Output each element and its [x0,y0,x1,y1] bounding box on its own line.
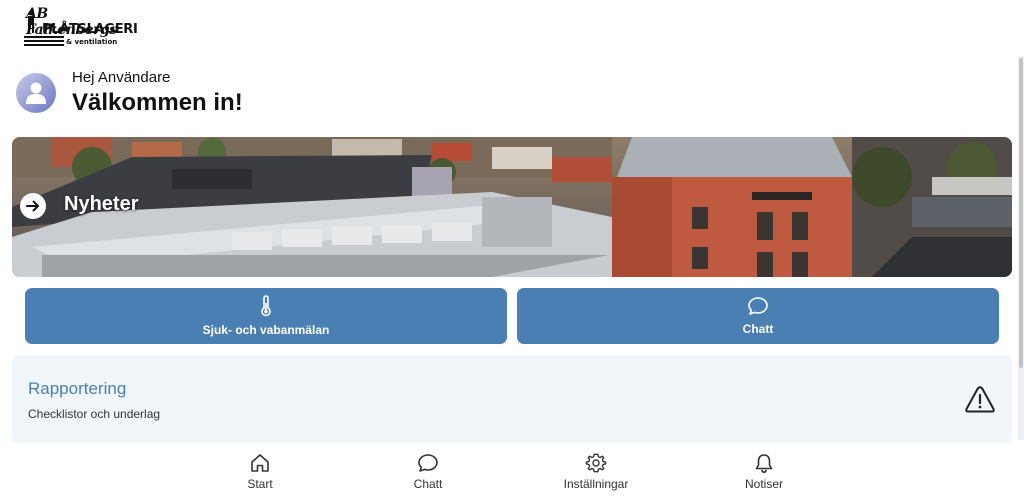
warning-triangle-icon [965,386,995,413]
nav-item-start[interactable]: Start [200,452,320,496]
chat-label: Chatt [742,322,774,336]
user-icon [26,82,46,104]
chat-bubble-icon [748,297,768,315]
news-title: Nyheter [64,193,139,215]
report-card[interactable]: Rapportering Checklistor och underlag [12,355,1012,443]
bell-icon [755,454,773,474]
chat-bubble-icon [418,454,438,472]
nav-label-chatt: Chatt [413,477,443,491]
scrollbar-thumb[interactable] [1019,58,1023,368]
scrollbar[interactable] [1018,56,1024,440]
avatar[interactable] [16,73,56,113]
arrow-right-icon [26,200,39,212]
nav-item-settings[interactable]: Inställningar [536,452,656,496]
greeting-text: Hej Användare [72,69,171,86]
gear-icon [585,453,607,473]
nav-label-settings: Inställningar [563,477,629,491]
nav-item-notiser[interactable]: Notiser [704,452,824,496]
app-screen: AB Falkenbergs PLÅTSLAGERI & ventilation… [0,0,1024,500]
sick-report-label: Sjuk- och vabanmälan [202,323,330,337]
report-subtitle: Checklistor och underlag [28,407,161,421]
nav-item-chatt[interactable]: Chatt [368,452,488,496]
logo-line-3: & ventilation [66,38,118,46]
chat-button[interactable]: Chatt [517,288,999,344]
nav-label-start: Start [247,477,273,491]
news-arrow-button[interactable] [20,193,46,219]
welcome-heading: Välkommen in! [72,89,243,116]
nav-label-notiser: Notiser [744,477,783,491]
sick-report-button[interactable]: Sjuk- och vabanmälan [25,288,507,344]
home-icon [251,454,269,472]
report-title: Rapportering [28,379,127,398]
thermometer-icon [261,295,271,317]
company-logo: AB Falkenbergs PLÅTSLAGERI & ventilation [22,6,138,50]
news-background-image [12,137,1012,277]
logo-line-2: PLÅTSLAGERI [42,22,138,37]
news-banner[interactable]: Nyheter [12,137,1012,277]
logo-stripes [24,36,64,46]
